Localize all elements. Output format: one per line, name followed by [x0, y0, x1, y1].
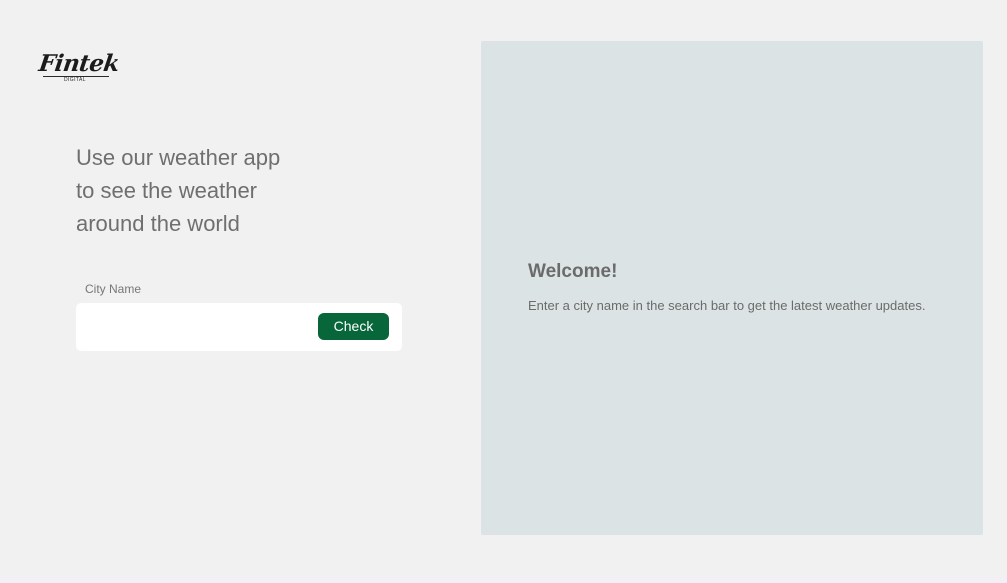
fintek-logo: Fintek DIGITAL [37, 50, 121, 86]
intro-line-2: to see the weather [76, 178, 258, 203]
welcome-title: Welcome! [528, 261, 618, 282]
logo-subtitle: DIGITAL [64, 77, 86, 83]
page: Fintek DIGITAL Use our weather app to se… [0, 0, 1007, 577]
city-name-input[interactable] [86, 315, 311, 339]
intro-line-3: around the world [76, 211, 240, 236]
intro-line-1: Use our weather app [76, 145, 281, 170]
intro-heading: Use our weather app to see the weather a… [76, 141, 336, 240]
city-search-box: Check [76, 303, 402, 351]
city-name-label: City Name [85, 282, 142, 296]
logo-wordmark: Fintek [37, 50, 121, 77]
welcome-message: Enter a city name in the search bar to g… [528, 298, 926, 313]
weather-result-panel: Welcome! Enter a city name in the search… [481, 41, 983, 535]
check-button[interactable]: Check [318, 313, 389, 340]
